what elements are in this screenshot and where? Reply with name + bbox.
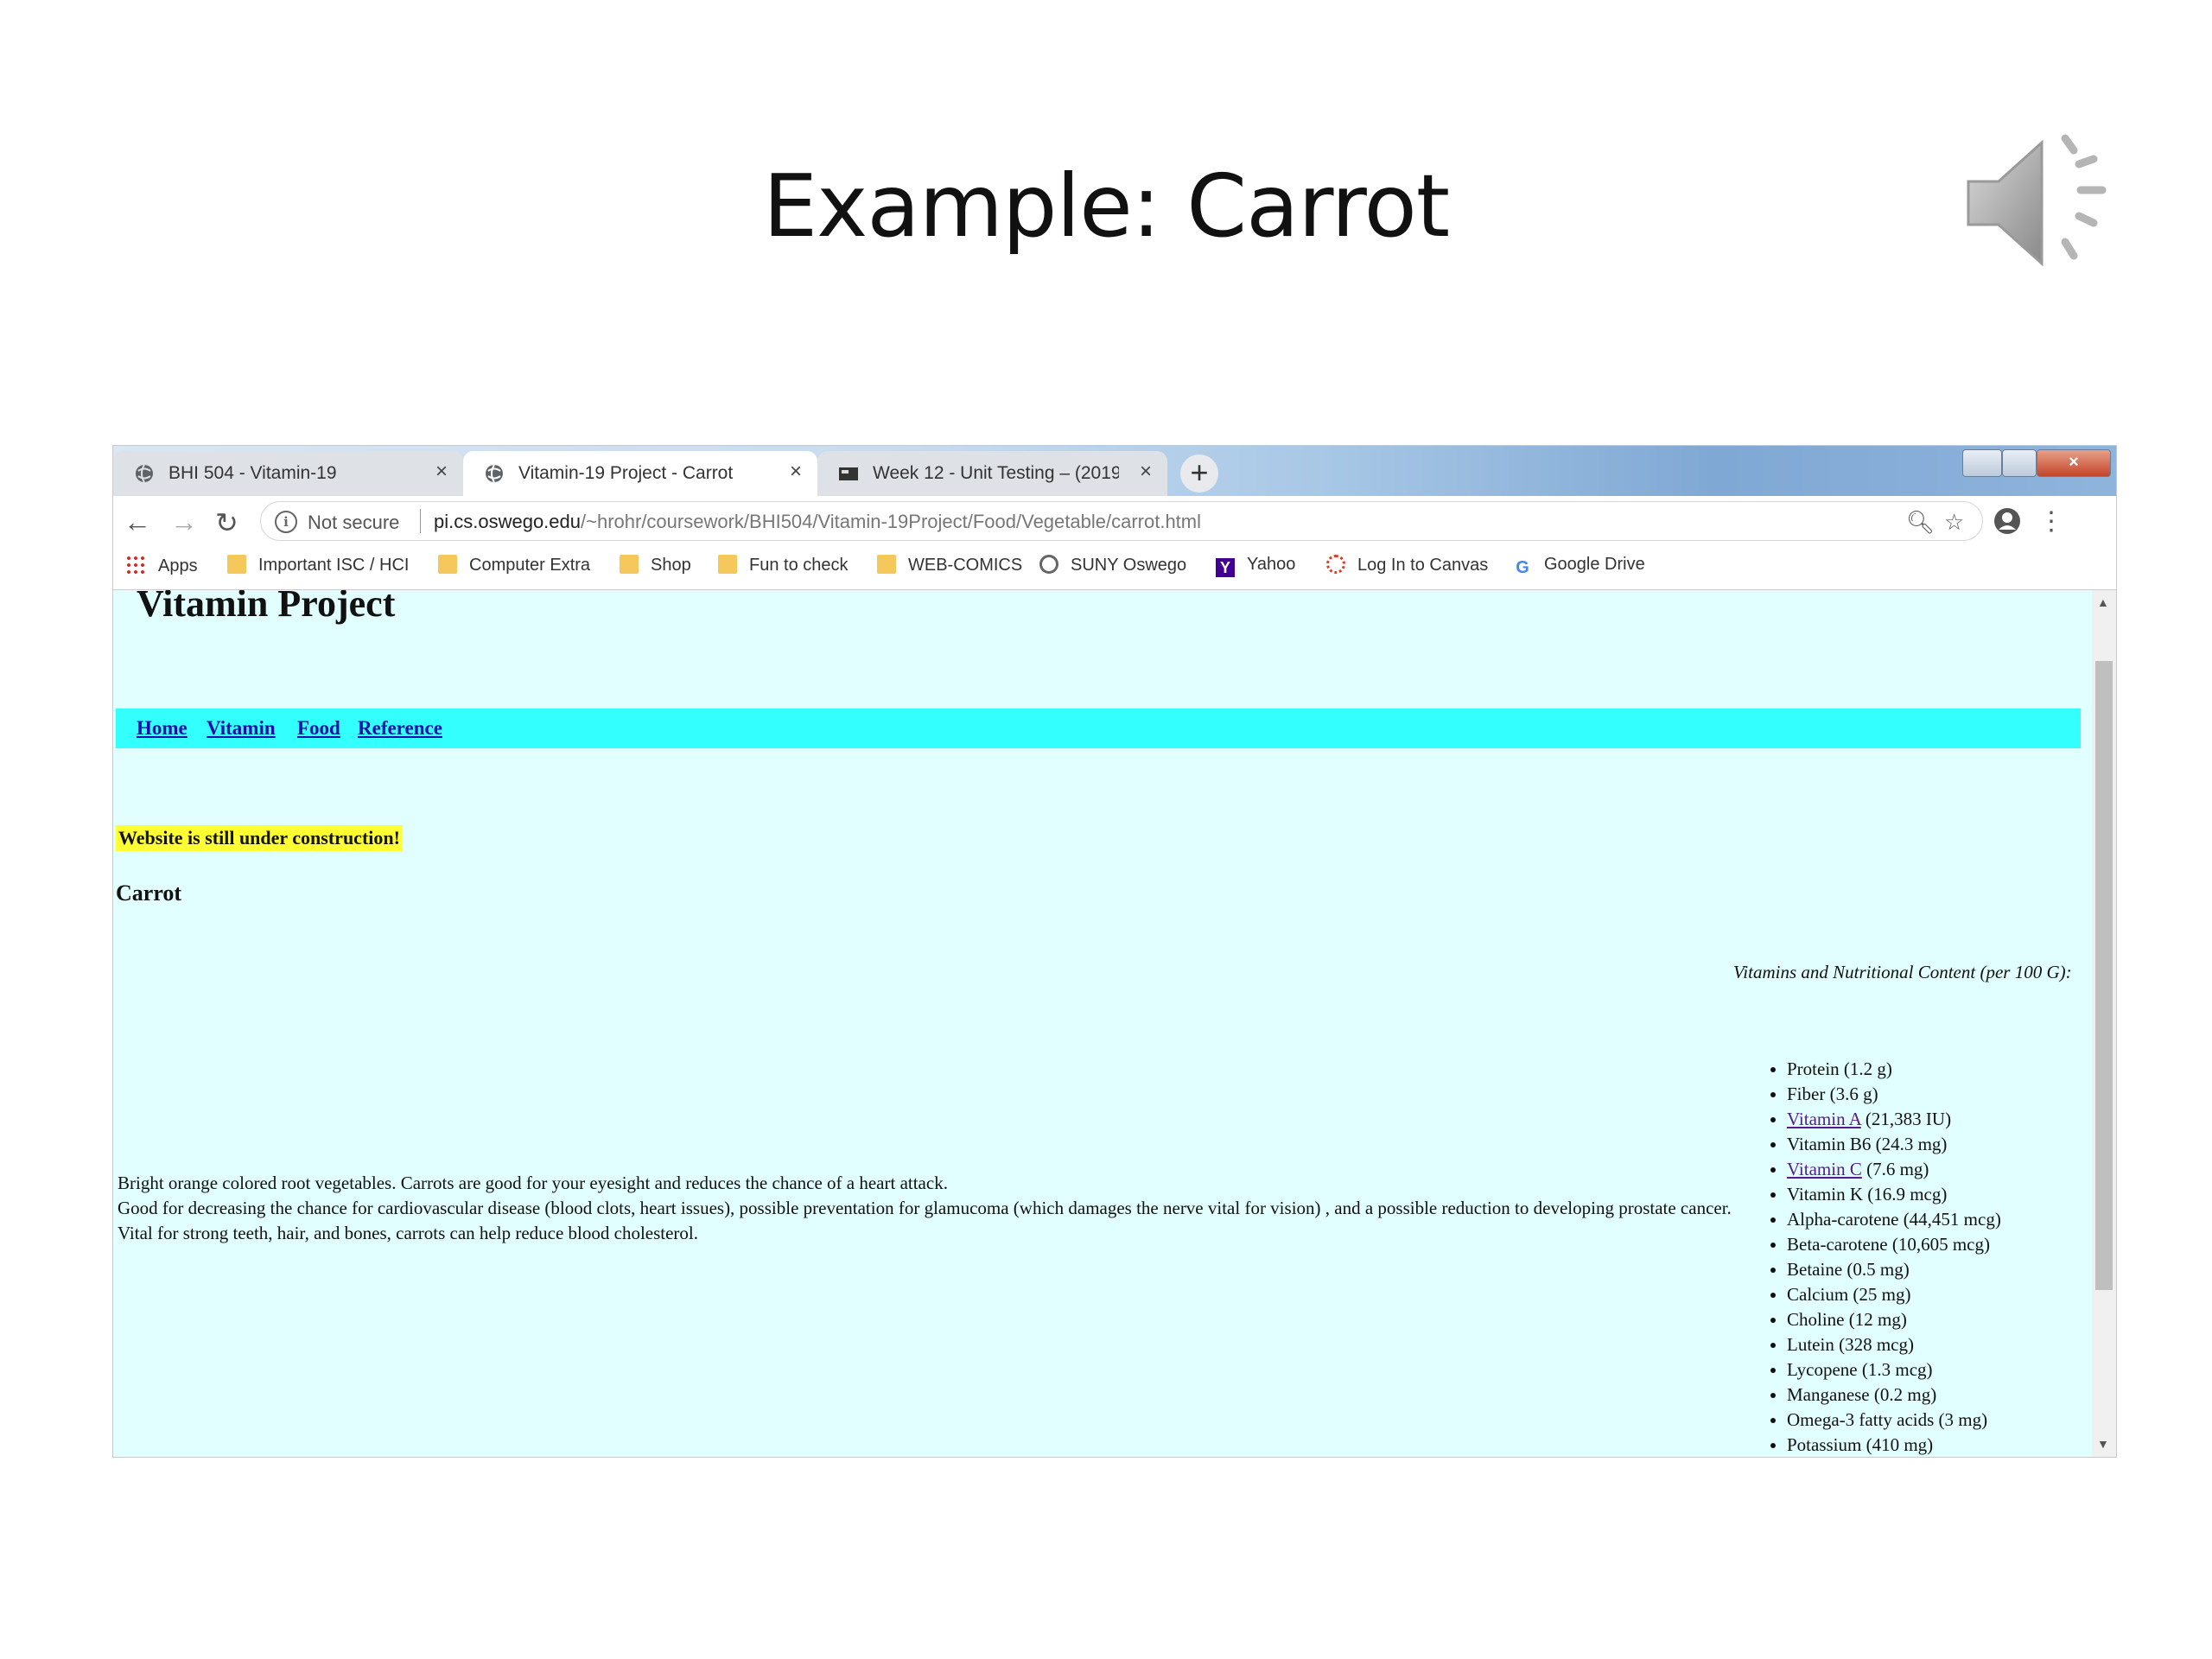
yahoo-icon: Y [1216,558,1235,577]
nutrient-item: Protein (1.2 g) [1787,1057,2001,1082]
address-bar[interactable]: i Not secure pi.cs.oswego.edu/~hrohr/cou… [260,501,1983,541]
nutrient-item: Vitamin K (16.9 mcg) [1787,1182,2001,1207]
tab-label: BHI 504 - Vitamin-19 [168,463,337,483]
nutrient-item: Choline (12 mg) [1787,1307,2001,1332]
folder-icon [227,555,246,574]
browser-window: BHI 504 - Vitamin-19 × Vitamin-19 Projec… [112,445,2117,1458]
bookmark-fun-to-check[interactable]: Fun to check [718,555,849,575]
nutrient-item: Potassium (410 mg) [1787,1433,2001,1457]
tab-bhi504[interactable]: BHI 504 - Vitamin-19 × [113,451,463,496]
bookmark-shop[interactable]: Shop [620,555,691,575]
nutrient-item: Beta-carotene (10,605 mcg) [1787,1232,2001,1257]
folder-icon [718,555,737,574]
nutrient-item: Lycopene (1.3 mcg) [1787,1357,2001,1382]
security-label: Not secure [308,512,400,533]
slide-title: Example: Carrot [762,156,1450,257]
tab-strip: BHI 504 - Vitamin-19 × Vitamin-19 Projec… [113,446,2116,496]
tab-vitamin-carrot[interactable]: Vitamin-19 Project - Carrot × [463,451,817,496]
url-path: /~hrohr/coursework/BHI504/Vitamin-19Proj… [581,511,1202,532]
apps-grid-icon [125,555,146,575]
site-nav: Home Vitamin Food Reference [116,709,2081,748]
nutrient-item: Manganese (0.2 mg) [1787,1382,2001,1408]
back-arrow-icon[interactable]: ← [124,506,151,538]
google-icon: G [1516,558,1529,577]
page-scrollbar[interactable]: ▲ ▼ [2092,590,2116,1457]
nutrient-item: Omega-3 fatty acids (3 mg) [1787,1408,2001,1433]
bookmark-yahoo[interactable]: Y Yahoo [1216,555,1295,577]
nutrient-item: Calcium (25 mg) [1787,1282,2001,1307]
globe-icon [136,464,153,483]
window-close-button[interactable]: × [2037,449,2111,477]
folder-icon [438,555,457,574]
reload-icon[interactable]: ↻ [215,506,238,539]
suny-oswego-icon [1039,555,1058,574]
nutrient-item: Fiber (3.6 g) [1787,1082,2001,1107]
nutrition-heading: Vitamins and Nutritional Content (per 10… [1733,962,2072,982]
bookmark-important-isc-hci[interactable]: Important ISC / HCI [227,555,410,575]
nutrient-item: Vitamin A (21,383 IU) [1787,1107,2001,1132]
tab-label: Week 12 - Unit Testing – (20190 [873,463,1119,483]
nav-reference-link[interactable]: Reference [358,717,442,740]
bookmark-canvas[interactable]: Log In to Canvas [1326,555,1488,575]
site-title: Vitamin Project [137,590,396,625]
nav-vitamin-link[interactable]: Vitamin [207,717,276,740]
tab-week12[interactable]: Week 12 - Unit Testing – (20190 × [817,451,1167,496]
info-icon[interactable]: i [275,511,297,533]
zoom-icon[interactable]: 🔍︎ [1906,509,1935,536]
minimize-button[interactable] [1962,449,2002,477]
description-line: Bright orange colored root vegetables. C… [118,1173,948,1193]
bookmark-suny-oswego[interactable]: SUNY Oswego [1039,555,1186,575]
tab-label: Vitamin-19 Project - Carrot [518,463,734,483]
nutrient-item: Vitamin C (7.6 mg) [1787,1157,2001,1182]
nutrient-item: Betaine (0.5 mg) [1787,1257,2001,1282]
forward-arrow-icon[interactable]: → [170,506,198,538]
speaker-icon[interactable] [1960,130,2115,276]
description-line: Vital for strong teeth, hair, and bones,… [118,1223,698,1243]
nav-food-link[interactable]: Food [297,717,340,740]
close-icon[interactable]: × [435,460,448,484]
vitamin-a-link[interactable]: Vitamin A [1787,1109,1861,1129]
blackboard-icon [839,467,858,480]
nutrient-item: Lutein (328 mcg) [1787,1332,2001,1357]
bookmarks-bar: Apps Important ISC / HCI Computer Extra … [113,546,2116,590]
folder-icon [620,555,639,574]
star-icon[interactable]: ☆ [1944,509,1964,536]
carrot-description: Bright orange colored root vegetables. C… [118,1171,1802,1246]
scroll-down-arrow-icon[interactable]: ▼ [2097,1437,2109,1451]
maximize-button[interactable] [2002,449,2037,477]
canvas-icon [1326,555,1345,574]
url-host: pi.cs.oswego.edu [434,511,581,532]
close-icon[interactable]: × [790,460,802,484]
nutrient-item: Alpha-carotene (44,451 mcg) [1787,1207,2001,1232]
close-icon[interactable]: × [1140,460,1152,484]
bookmark-google-drive[interactable]: G Google Drive [1513,555,1645,577]
folder-icon [877,555,896,574]
browser-toolbar: ← → ↻ i Not secure pi.cs.oswego.edu/~hro… [113,496,2116,546]
bookmark-computer-extra[interactable]: Computer Extra [438,555,590,575]
url-text[interactable]: pi.cs.oswego.edu/~hrohr/coursework/BHI50… [434,511,1201,533]
profile-icon[interactable] [1993,507,2021,535]
vitamin-c-link[interactable]: Vitamin C [1787,1159,1862,1179]
address-divider [420,509,421,533]
nav-home-link[interactable]: Home [137,717,188,740]
web-page: Vitamin Project Home Vitamin Food Refere… [113,590,2092,1457]
nutrition-list: Protein (1.2 g) Fiber (3.6 g) Vitamin A … [1733,1057,2001,1457]
description-line: Good for decreasing the chance for cardi… [118,1198,1732,1218]
new-tab-button[interactable]: + [1180,454,1218,493]
globe-icon [486,464,503,483]
scroll-thumb[interactable] [2095,661,2113,1290]
menu-kebab-icon[interactable]: ⋮ [2038,506,2064,537]
scroll-up-arrow-icon[interactable]: ▲ [2097,595,2109,609]
bookmark-apps[interactable]: Apps [125,555,198,576]
bookmark-web-comics[interactable]: WEB-COMICS [877,555,1022,575]
construction-notice: Website is still under construction! [116,825,403,851]
food-heading: Carrot [116,880,182,906]
nutrient-item: Vitamin B6 (24.3 mg) [1787,1132,2001,1157]
